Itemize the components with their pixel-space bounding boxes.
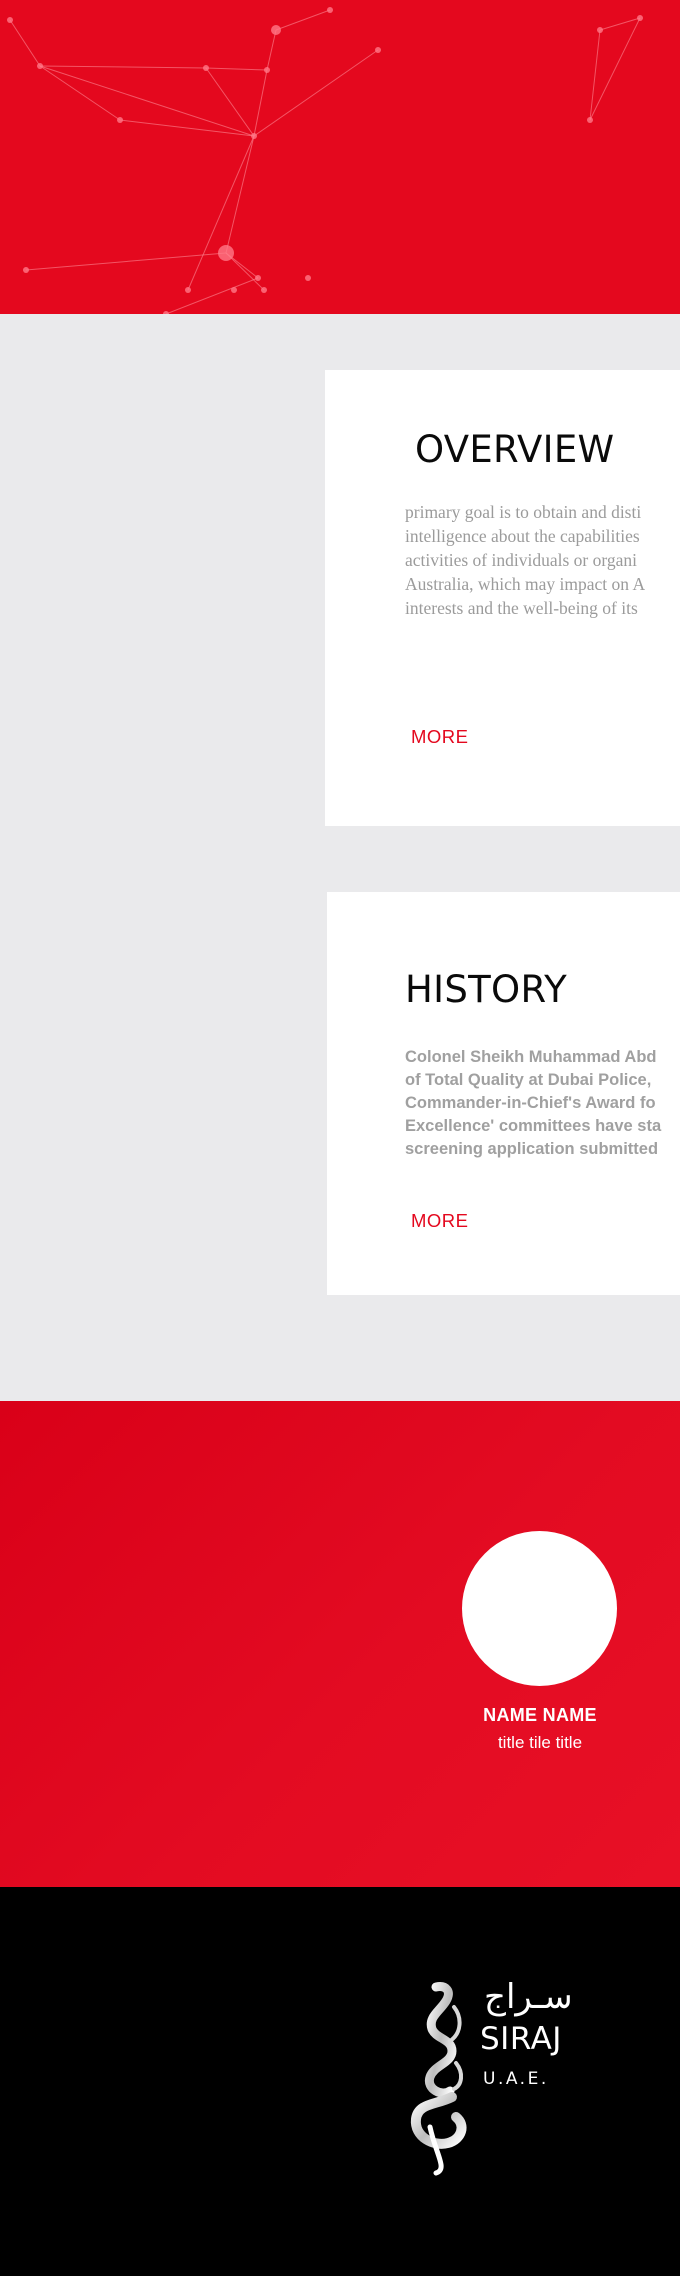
logo-arabic-text: سـراج — [484, 1977, 573, 2017]
content-section: OVERVIEW primary goal is to obtain and d… — [0, 314, 680, 1401]
history-text-line: Colonel Sheikh Muhammad Abd — [405, 1048, 657, 1066]
overview-text-line: activities of individuals or organi — [405, 550, 637, 570]
history-text: Colonel Sheikh Muhammad Abd of Total Qua… — [405, 1046, 680, 1161]
member-name: NAME NAME — [483, 1705, 597, 1725]
overview-card: OVERVIEW primary goal is to obtain and d… — [325, 370, 680, 826]
overview-text: primary goal is to obtain and disti inte… — [405, 500, 680, 620]
team-section: NAME NAME title tile title — [0, 1401, 680, 1887]
history-text-line: Commander-in-Chief's Award fo — [405, 1094, 656, 1112]
history-card: HISTORY Colonel Sheikh Muhammad Abd of T… — [327, 892, 680, 1295]
logo-name: SIRAJ — [480, 2021, 562, 2057]
overview-more-link[interactable]: MORE — [411, 726, 469, 748]
overview-title: OVERVIEW — [415, 428, 615, 471]
logo-region: U.A.E. — [483, 2069, 549, 2089]
siraj-calligraphy-icon — [410, 1982, 467, 2176]
overview-text-line: interests and the well-being of its — [405, 598, 638, 618]
history-title: HISTORY — [405, 968, 567, 1011]
history-text-line: of Total Quality at Dubai Police, — [405, 1071, 652, 1089]
history-text-line: screening application submitted — [405, 1140, 659, 1158]
siraj-logo: سـراج SIRAJ U.A.E. — [406, 1977, 576, 2177]
avatar — [462, 1531, 617, 1686]
hero-banner — [0, 0, 680, 314]
member-title: title tile title — [497, 1733, 583, 1752]
overview-text-line: Australia, which may impact on A — [405, 574, 646, 594]
history-more-link[interactable]: MORE — [411, 1210, 469, 1232]
footer: سـراج SIRAJ U.A.E. — [0, 1887, 680, 2276]
overview-text-line: intelligence about the capabilities — [405, 526, 640, 546]
history-text-line: Excellence' committees have sta — [405, 1117, 662, 1135]
overview-text-line: primary goal is to obtain and disti — [405, 502, 642, 522]
network-pattern — [7, 7, 643, 314]
